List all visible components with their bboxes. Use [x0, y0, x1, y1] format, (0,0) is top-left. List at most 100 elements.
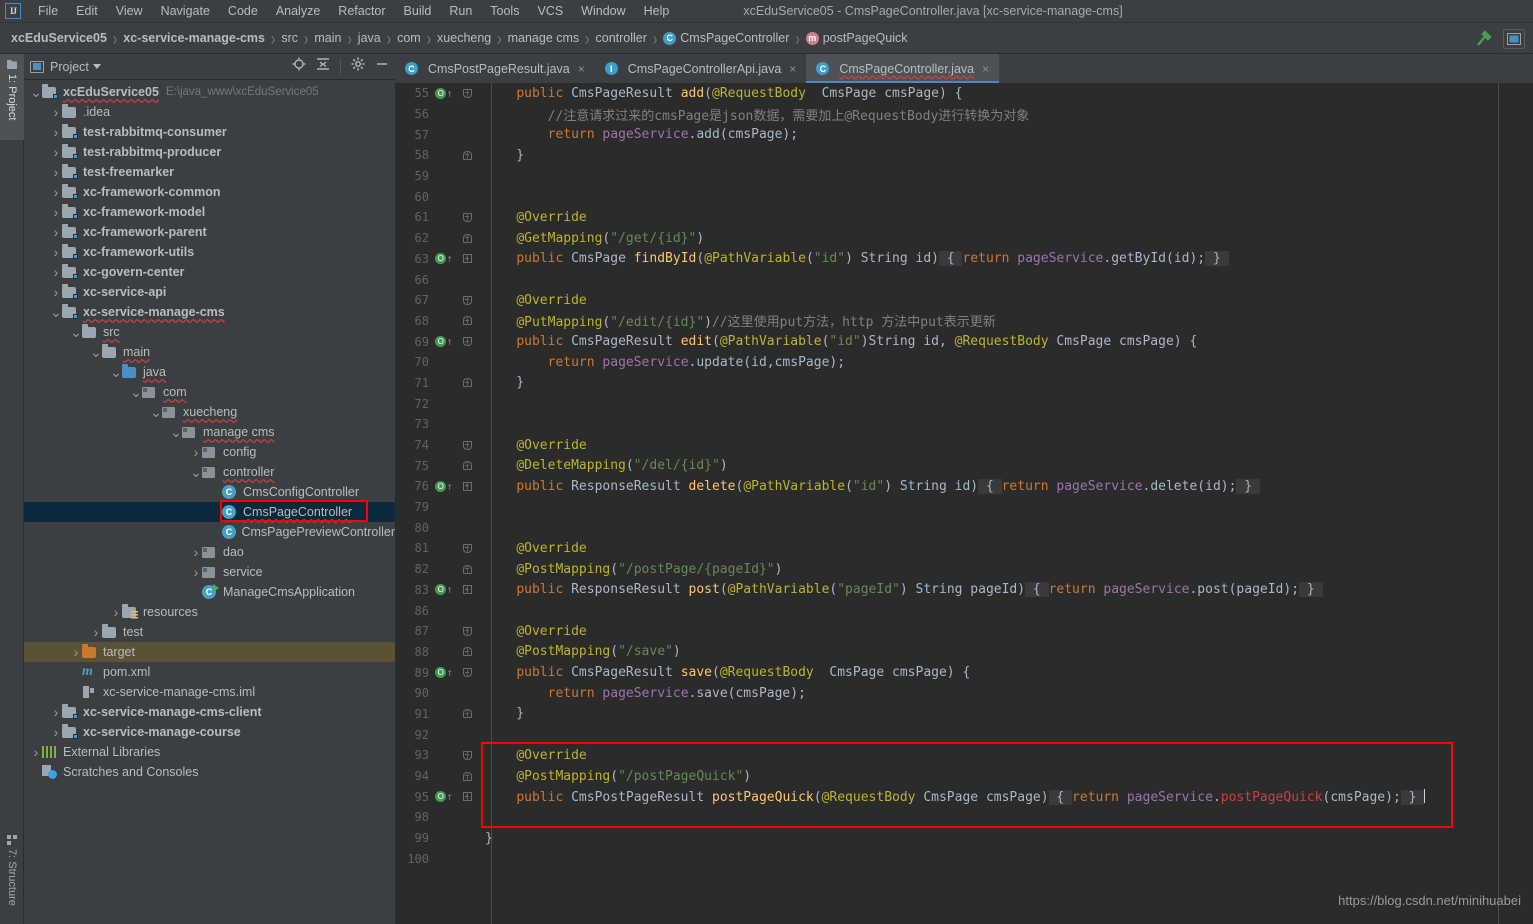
menu-item-file[interactable]: File: [29, 2, 67, 20]
code-line-88[interactable]: 88 − @PostMapping("/save"): [395, 642, 1533, 663]
chevron-right-icon[interactable]: ›: [50, 265, 62, 279]
tree-item-xc-framework-utils[interactable]: › xc-framework-utils: [24, 242, 395, 262]
code-line-89[interactable]: 89O↑− public CmsPageResult save(@Request…: [395, 662, 1533, 683]
chevron-right-icon[interactable]: ›: [50, 725, 62, 739]
chevron-right-icon[interactable]: ›: [90, 625, 102, 639]
gutter-marker[interactable]: O ↑: [429, 667, 457, 679]
breadcrumb-item-controller[interactable]: controller: [593, 30, 650, 46]
menu-item-help[interactable]: Help: [635, 2, 679, 20]
editor-tab-cmspostpageresult-java[interactable]: C CmsPostPageResult.java ×: [395, 54, 595, 83]
fold-gutter[interactable]: −: [457, 150, 477, 160]
tree-item-cmspagepreviewcontroller[interactable]: C CmsPagePreviewController: [24, 522, 395, 542]
gutter-marker[interactable]: O ↑: [429, 87, 457, 99]
chevron-right-icon[interactable]: ›: [50, 225, 62, 239]
chevron-right-icon[interactable]: ›: [190, 565, 202, 579]
hammer-build-icon[interactable]: [1474, 29, 1494, 49]
breadcrumb-item-xuecheng[interactable]: xuecheng: [434, 30, 494, 46]
chevron-right-icon[interactable]: ›: [50, 185, 62, 199]
tree-item-xc-service-manage-cms-client[interactable]: › xc-service-manage-cms-client: [24, 702, 395, 722]
tree-item-controller[interactable]: ⌄ controller: [24, 462, 395, 482]
tree-item-config[interactable]: › config: [24, 442, 395, 462]
code-line-62[interactable]: 62 − @GetMapping("/get/{id}"): [395, 228, 1533, 249]
breadcrumb-item-java[interactable]: java: [355, 30, 384, 46]
tree-item-target[interactable]: › target: [24, 642, 395, 662]
collapse-all-icon[interactable]: [316, 57, 330, 76]
code-line-91[interactable]: 91 − }: [395, 704, 1533, 725]
fold-gutter[interactable]: −: [457, 647, 477, 657]
chevron-down-icon[interactable]: ⌄: [50, 305, 62, 319]
tree-item-scratches-and-consoles[interactable]: Scratches and Consoles: [24, 762, 395, 782]
fold-gutter[interactable]: −: [457, 337, 477, 347]
tree-item-xc-govern-center[interactable]: › xc-govern-center: [24, 262, 395, 282]
breadcrumb-item-src[interactable]: src: [278, 30, 301, 46]
chevron-right-icon[interactable]: ›: [50, 245, 62, 259]
menu-item-analyze[interactable]: Analyze: [267, 2, 329, 20]
gutter-marker[interactable]: O ↑: [429, 584, 457, 596]
chevron-right-icon[interactable]: ›: [30, 745, 42, 759]
fold-gutter[interactable]: −: [457, 440, 477, 450]
tree-item-main[interactable]: ⌄ main: [24, 342, 395, 362]
tree-item-xc-service-manage-course[interactable]: › xc-service-manage-course: [24, 722, 395, 742]
code-line-81[interactable]: 81 − @Override: [395, 538, 1533, 559]
close-icon[interactable]: ×: [982, 62, 989, 76]
tree-item-xc-framework-common[interactable]: › xc-framework-common: [24, 182, 395, 202]
locate-icon[interactable]: [292, 57, 306, 76]
code-line-93[interactable]: 93 − @Override: [395, 745, 1533, 766]
override-method-icon[interactable]: O: [435, 791, 447, 803]
code-line-87[interactable]: 87 − @Override: [395, 621, 1533, 642]
chevron-down-icon[interactable]: ⌄: [30, 85, 42, 99]
chevron-down-icon[interactable]: ⌄: [130, 385, 142, 399]
fold-gutter[interactable]: −: [457, 626, 477, 636]
fold-gutter[interactable]: +: [457, 481, 477, 491]
chevron-right-icon[interactable]: ›: [190, 445, 202, 459]
tree-item-xceduservice05[interactable]: ⌄ xcEduService05 E:\java_www\xcEduService0…: [24, 82, 395, 102]
menu-item-run[interactable]: Run: [440, 2, 481, 20]
gutter-marker[interactable]: O ↑: [429, 336, 457, 348]
fold-gutter[interactable]: +: [457, 792, 477, 802]
code-line-82[interactable]: 82 − @PostMapping("/postPage/{pageId}"): [395, 559, 1533, 580]
menu-item-code[interactable]: Code: [219, 2, 267, 20]
code-line-74[interactable]: 74 − @Override: [395, 435, 1533, 456]
code-line-57[interactable]: 57 return pageService.add(cmsPage);: [395, 124, 1533, 145]
chevron-down-icon[interactable]: ⌄: [110, 365, 122, 379]
chevron-right-icon[interactable]: ›: [50, 205, 62, 219]
menu-item-navigate[interactable]: Navigate: [152, 2, 219, 20]
code-line-98[interactable]: 98: [395, 807, 1533, 828]
code-line-76[interactable]: 76O↑+ public ResponseResult delete(@Path…: [395, 476, 1533, 497]
breadcrumb-item-xceduservice05[interactable]: xcEduService05: [8, 30, 110, 46]
code-line-99[interactable]: 99}: [395, 828, 1533, 849]
tree-item-xc-framework-model[interactable]: › xc-framework-model: [24, 202, 395, 222]
tree-item-external-libraries[interactable]: › External Libraries: [24, 742, 395, 762]
chevron-right-icon[interactable]: ›: [50, 145, 62, 159]
code-line-83[interactable]: 83O↑+ public ResponseResult post(@PathVa…: [395, 580, 1533, 601]
menu-item-window[interactable]: Window: [572, 2, 634, 20]
restore-layout-icon[interactable]: [1503, 28, 1525, 49]
code-line-86[interactable]: 86: [395, 600, 1533, 621]
project-file-tree[interactable]: ⌄ xcEduService05 E:\java_www\xcEduService0…: [24, 80, 395, 924]
tree-item-test-rabbitmq-consumer[interactable]: › test-rabbitmq-consumer: [24, 122, 395, 142]
tree-item-com[interactable]: ⌄ com: [24, 382, 395, 402]
code-line-72[interactable]: 72: [395, 393, 1533, 414]
fold-gutter[interactable]: −: [457, 378, 477, 388]
code-editor[interactable]: 55O↑− public CmsPageResult add(@RequestB…: [395, 83, 1533, 924]
override-method-icon[interactable]: O: [435, 253, 447, 265]
code-line-90[interactable]: 90 return pageService.save(cmsPage);: [395, 683, 1533, 704]
override-method-icon[interactable]: O: [435, 336, 447, 348]
code-line-94[interactable]: 94 − @PostMapping("/postPageQuick"): [395, 766, 1533, 787]
close-icon[interactable]: ×: [789, 62, 796, 76]
code-line-92[interactable]: 92: [395, 724, 1533, 745]
chevron-right-icon[interactable]: ›: [70, 645, 82, 659]
code-line-95[interactable]: 95O↑+ public CmsPostPageResult postPageQ…: [395, 786, 1533, 807]
override-method-icon[interactable]: O: [435, 480, 447, 492]
tree-item-xc-framework-parent[interactable]: › xc-framework-parent: [24, 222, 395, 242]
chevron-right-icon[interactable]: ›: [50, 285, 62, 299]
chevron-down-icon[interactable]: ⌄: [150, 405, 162, 419]
fold-gutter[interactable]: −: [457, 461, 477, 471]
tree-item-dao[interactable]: › dao: [24, 542, 395, 562]
menu-item-refactor[interactable]: Refactor: [329, 2, 394, 20]
tree-item-manage-cms[interactable]: ⌄ manage cms: [24, 422, 395, 442]
chevron-right-icon[interactable]: ›: [190, 545, 202, 559]
menu-item-build[interactable]: Build: [395, 2, 441, 20]
tree-item-test[interactable]: › test: [24, 622, 395, 642]
tree-item-resources[interactable]: › resources: [24, 602, 395, 622]
